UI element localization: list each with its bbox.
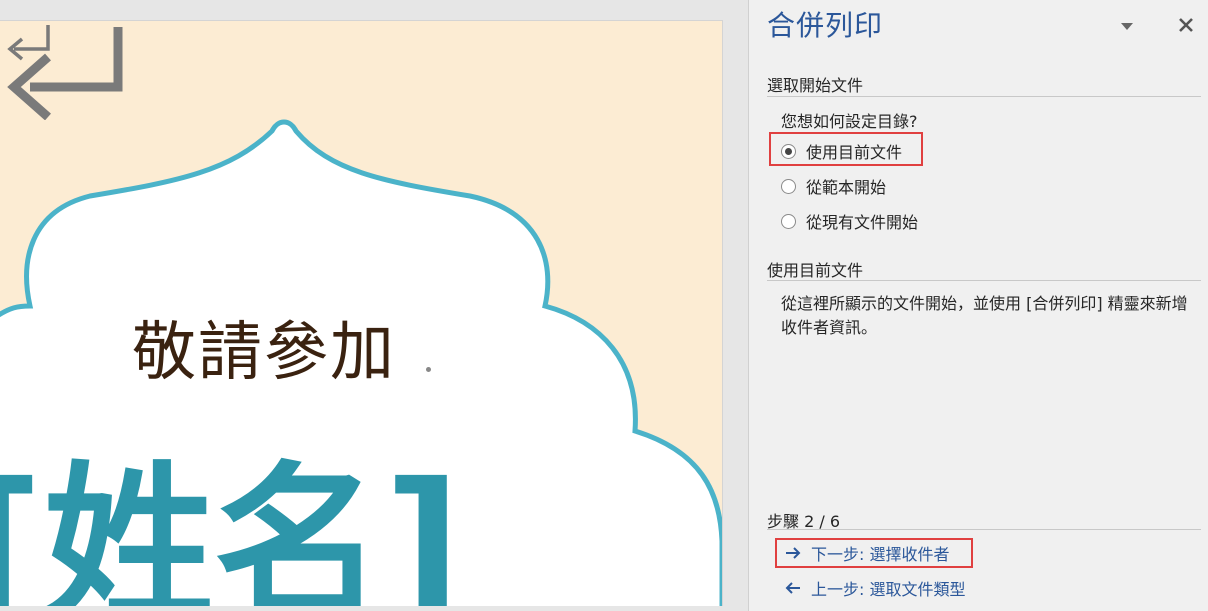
option-label: 使用目前文件: [806, 143, 903, 162]
radio-button-selected[interactable]: [781, 143, 796, 159]
recipient-name-field[interactable]: [姓名]: [0, 461, 461, 606]
setup-question: 您想如何設定目錄?: [781, 112, 918, 131]
invite-text[interactable]: 敬請參加: [132, 321, 396, 385]
description-text: 從這裡所顯示的文件開始，並使用 [合併列印] 精靈來新增收件者資訊。: [781, 294, 1188, 337]
next-step-link[interactable]: 下一步: 選擇收件者: [785, 542, 949, 564]
mail-merge-pane: 合併列印 選取開始文件 您想如何設定目錄? 使用目前文件 從範本開始 從現有文件…: [748, 0, 1208, 611]
section-heading-select-document: 選取開始文件: [767, 76, 864, 95]
option-use-current-document[interactable]: 使用目前文件: [781, 139, 902, 163]
option-start-from-existing[interactable]: 從現有文件開始: [781, 209, 918, 233]
chevron-down-icon[interactable]: [1117, 18, 1137, 34]
next-step-label[interactable]: 下一步: 選擇收件者: [811, 541, 949, 565]
section-heading-use-current: 使用目前文件: [767, 261, 864, 280]
document-area: 敬請參加 [姓名]: [0, 0, 747, 611]
option-label: 從現有文件開始: [806, 213, 919, 232]
radio-button[interactable]: [781, 178, 796, 194]
paragraph-mark-icon: [7, 27, 123, 120]
section-divider: [767, 280, 1201, 281]
previous-step-link[interactable]: 上一步: 選取文件類型: [785, 577, 965, 599]
radio-button[interactable]: [781, 213, 796, 229]
close-icon[interactable]: [1175, 14, 1197, 36]
space-mark: [426, 367, 431, 372]
option-start-from-template[interactable]: 從範本開始: [781, 174, 886, 198]
previous-step-label[interactable]: 上一步: 選取文件類型: [811, 576, 965, 600]
arrow-right-icon: [786, 547, 801, 559]
section-divider: [767, 529, 1201, 530]
pane-title: 合併列印: [767, 9, 884, 42]
document-page[interactable]: 敬請參加 [姓名]: [0, 20, 723, 606]
section-divider: [767, 96, 1201, 97]
option-label: 從範本開始: [806, 178, 887, 197]
arrow-left-icon: [785, 582, 800, 594]
